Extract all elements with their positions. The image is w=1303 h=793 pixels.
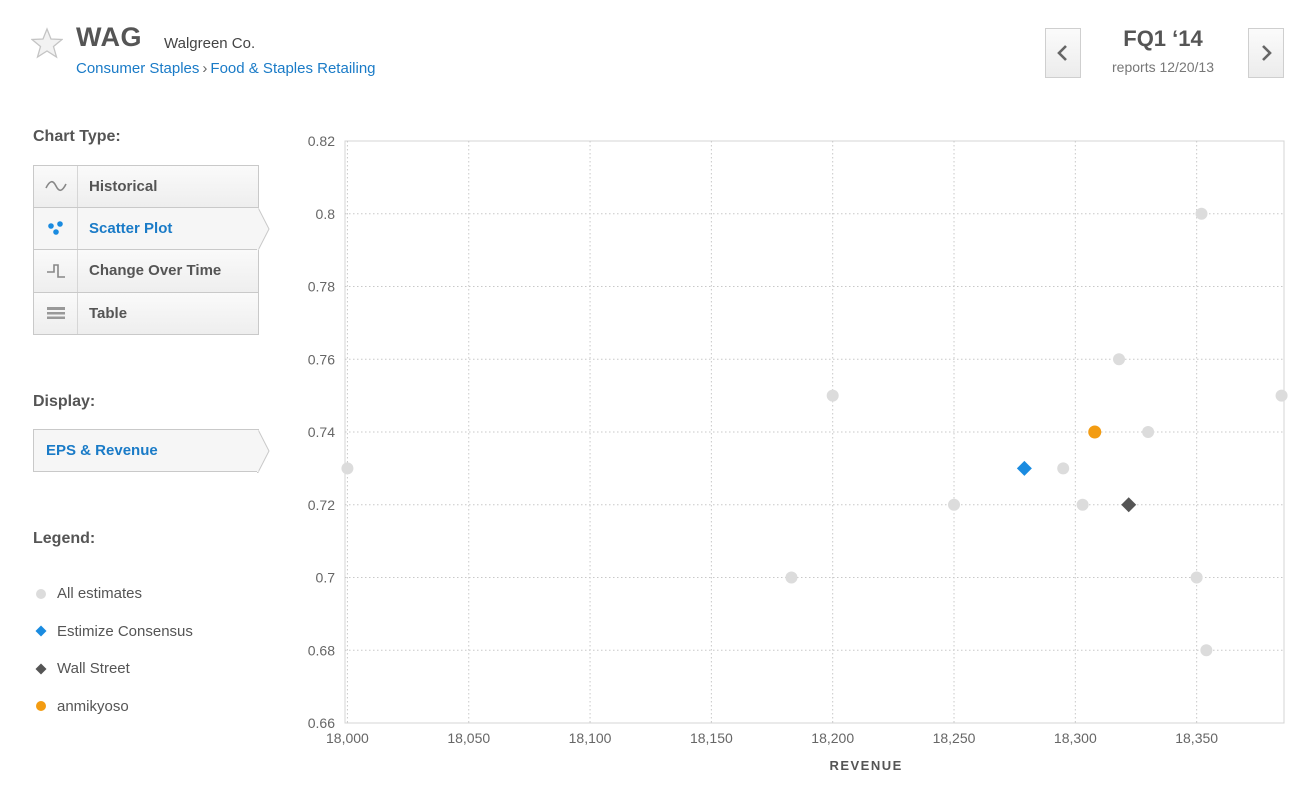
ticker-symbol: WAG: [76, 22, 142, 52]
previous-quarter-button[interactable]: [1045, 28, 1081, 78]
y-tick-label: 0.74: [308, 424, 335, 440]
y-tick-label: 0.76: [308, 351, 335, 367]
chart-type-table[interactable]: Table: [33, 292, 259, 335]
chart-type-label: Historical: [89, 177, 158, 195]
legend-heading: Legend:: [33, 530, 96, 547]
chart-type-change-over-time[interactable]: Change Over Time: [33, 250, 259, 293]
display-heading: Display:: [33, 393, 96, 410]
y-tick-label: 0.68: [308, 642, 335, 658]
y-tick-label: 0.66: [308, 715, 335, 731]
breadcrumb-industry-link[interactable]: Food & Staples Retailing: [210, 60, 375, 77]
legend-label: anmikyoso: [57, 697, 129, 715]
breadcrumb-sector-link[interactable]: Consumer Staples: [76, 60, 199, 77]
estimize-consensus-point: [1016, 460, 1032, 476]
x-tick-label: 18,050: [447, 730, 490, 746]
breadcrumb-separator: ›: [202, 60, 208, 77]
legend-item-anmikyoso: anmikyoso: [33, 688, 193, 726]
diamond-marker-icon: [35, 663, 47, 675]
breadcrumb: Consumer Staples › Food & Staples Retailin…: [76, 60, 376, 77]
scatter-icon: [47, 221, 63, 236]
legend: All estimates Estimize Consensus Wall St…: [33, 575, 193, 725]
chart-type-list: Historical Scatter Plot Change Over Time…: [33, 165, 270, 335]
report-date: reports 12/20/13: [1112, 59, 1214, 75]
quarter-title: FQ1 ‘14: [1123, 26, 1203, 51]
favorite-star-icon[interactable]: [31, 27, 63, 59]
legend-item-estimize-consensus: Estimize Consensus: [33, 613, 193, 651]
x-axis-title: REVENUE: [829, 758, 902, 773]
y-tick-label: 0.8: [316, 206, 336, 222]
circle-marker-icon: [36, 701, 46, 712]
circle-marker-icon: [36, 588, 46, 599]
chevron-left-icon: [1057, 45, 1067, 61]
all-estimates-point: [826, 389, 839, 402]
legend-label: All estimates: [57, 585, 143, 603]
all-estimates-point: [341, 462, 354, 475]
wall-street-point: [1121, 497, 1137, 513]
all-estimates-point: [1113, 353, 1126, 366]
chart-type-scatter-plot[interactable]: Scatter Plot: [33, 206, 270, 251]
chevron-right-icon: [1262, 45, 1272, 61]
chart-type-historical[interactable]: Historical: [33, 165, 259, 208]
legend-label: Estimize Consensus: [57, 622, 193, 640]
x-tick-label: 18,100: [569, 730, 612, 746]
all-estimates-point: [785, 571, 798, 584]
active-pointer-icon: [257, 206, 270, 251]
y-tick-label: 0.78: [308, 279, 335, 295]
anmikyoso-point: [1088, 425, 1102, 439]
chart-type-heading: Chart Type:: [33, 128, 121, 145]
step-icon: [46, 263, 65, 278]
x-tick-label: 18,250: [933, 730, 976, 746]
chart-type-label: Scatter Plot: [89, 219, 173, 237]
all-estimates-point: [1195, 207, 1208, 220]
company-name: Walgreen Co.: [164, 35, 256, 52]
table-icon: [46, 307, 65, 320]
active-pointer-icon: [257, 429, 270, 473]
legend-item-all-estimates: All estimates: [33, 575, 193, 613]
y-tick-label: 0.7: [316, 570, 336, 586]
x-tick-label: 18,300: [1054, 730, 1097, 746]
y-tick-label: 0.82: [308, 133, 335, 149]
legend-label: Wall Street: [57, 660, 130, 678]
x-tick-label: 18,350: [1175, 730, 1218, 746]
all-estimates-point: [948, 498, 961, 511]
scatter-chart-svg: 0.66 0.68 0.7 0.72 0.74 0.76 0.78 0.8 0.82 18,000…: [308, 133, 1288, 773]
all-estimates-point: [1275, 389, 1288, 402]
all-estimates-point: [1142, 426, 1155, 438]
display-selector-label: EPS & Revenue: [46, 442, 158, 459]
scatter-chart: 0.66 0.68 0.7 0.72 0.74 0.76 0.78 0.8 0.82 18,000…: [290, 125, 1290, 785]
diamond-marker-icon: [35, 625, 47, 637]
y-tick-label: 0.72: [308, 497, 335, 513]
all-estimates-point: [1200, 644, 1213, 657]
x-tick-label: 18,150: [690, 730, 733, 746]
chart-type-label: Change Over Time: [89, 262, 222, 280]
all-estimates-point: [1076, 498, 1089, 511]
chart-type-label: Table: [89, 304, 128, 322]
all-estimates-point: [1190, 571, 1203, 584]
display-selector[interactable]: EPS & Revenue: [33, 429, 270, 473]
wave-icon: [44, 181, 67, 192]
next-quarter-button[interactable]: [1248, 28, 1284, 78]
legend-item-wall-street: Wall Street: [33, 650, 193, 688]
all-estimates-point: [1057, 462, 1070, 475]
x-tick-label: 18,200: [811, 730, 854, 746]
x-tick-label: 18,000: [326, 730, 369, 746]
